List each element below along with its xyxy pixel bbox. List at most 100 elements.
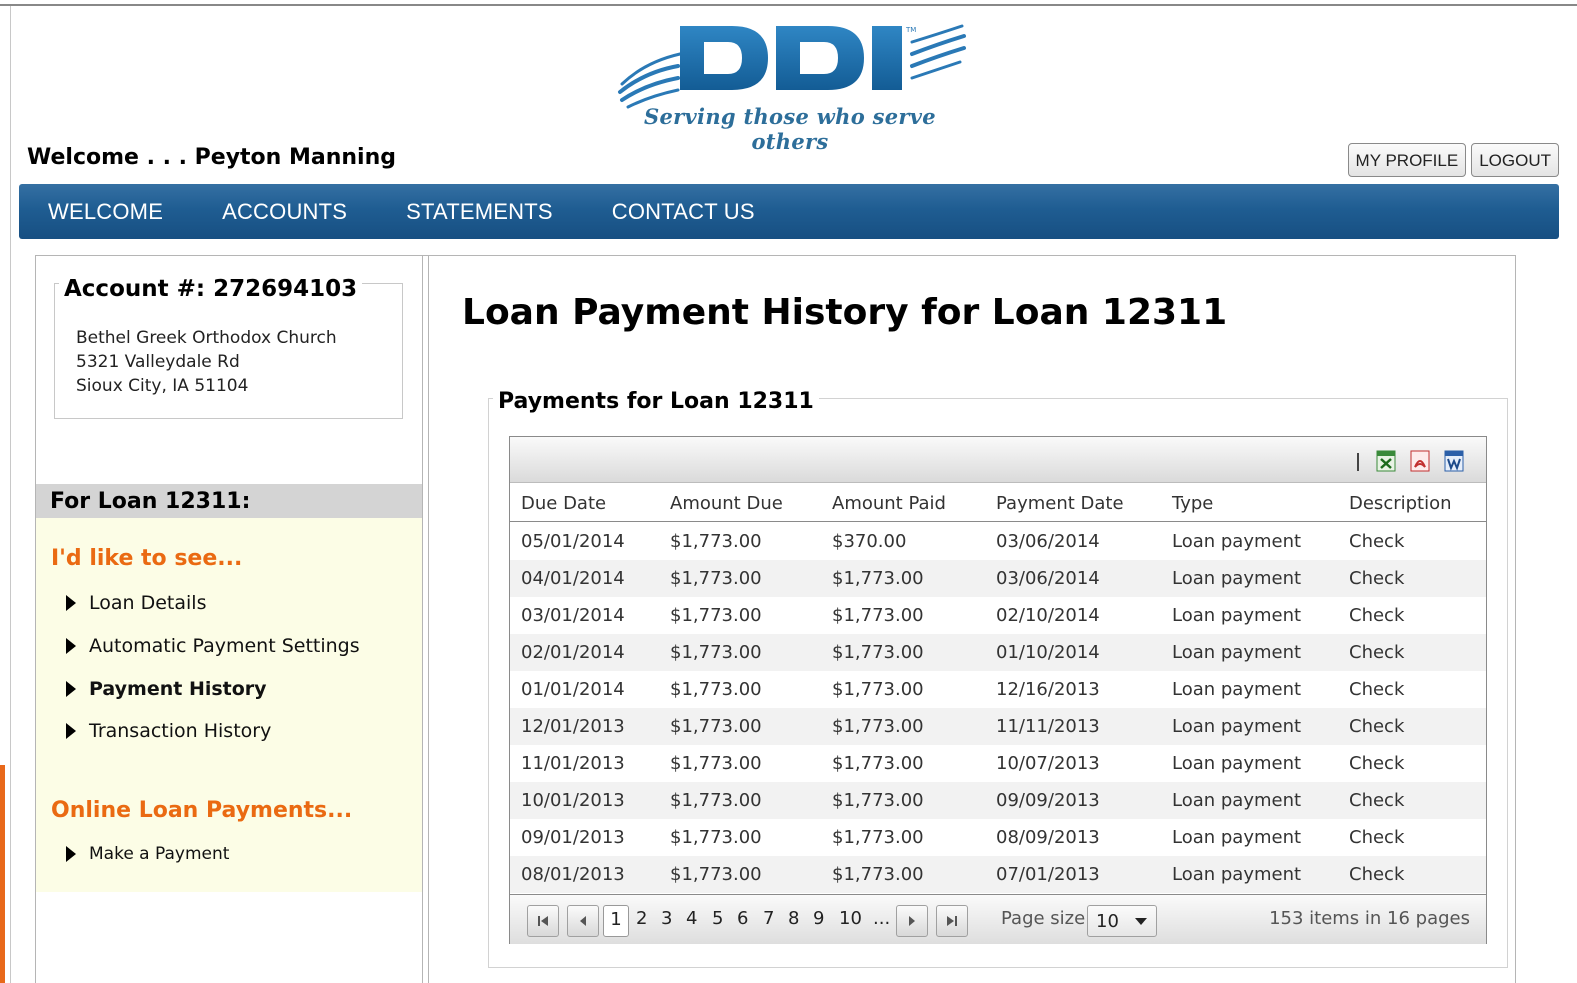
table-row[interactable]: 10/01/2013 $1,773.00 $1,773.00 09/09/201… xyxy=(510,782,1486,819)
table-row[interactable]: 08/01/2013 $1,773.00 $1,773.00 07/01/201… xyxy=(510,856,1486,893)
first-page-button[interactable] xyxy=(527,905,559,937)
more-pages-link[interactable]: ... xyxy=(873,908,890,929)
page-size-label: Page size: xyxy=(1001,908,1092,929)
column-header-description[interactable]: Description xyxy=(1349,493,1452,514)
chevron-down-icon xyxy=(1135,918,1147,925)
previous-page-button[interactable] xyxy=(567,905,599,937)
next-page-button[interactable] xyxy=(896,905,928,937)
cell-type: Loan payment xyxy=(1172,716,1302,737)
page-9-link[interactable]: 9 xyxy=(813,908,824,929)
table-row[interactable]: 12/01/2013 $1,773.00 $1,773.00 11/11/201… xyxy=(510,708,1486,745)
column-header-payment-date[interactable]: Payment Date xyxy=(996,493,1124,514)
for-loan-header: For Loan 12311: xyxy=(36,484,422,518)
sidebar-item-label: Payment History xyxy=(89,678,267,700)
table-row[interactable]: 02/01/2014 $1,773.00 $1,773.00 01/10/201… xyxy=(510,634,1486,671)
nav-accounts[interactable]: ACCOUNTS xyxy=(222,199,347,225)
nav-statements[interactable]: STATEMENTS xyxy=(406,199,553,225)
cell-type: Loan payment xyxy=(1172,568,1302,589)
table-row[interactable]: 04/01/2014 $1,773.00 $1,773.00 03/06/201… xyxy=(510,560,1486,597)
nav-welcome[interactable]: WELCOME xyxy=(48,199,163,225)
cell-due-date: 02/01/2014 xyxy=(521,642,625,663)
last-page-button[interactable] xyxy=(936,905,968,937)
cell-type: Loan payment xyxy=(1172,790,1302,811)
previous-page-icon xyxy=(580,916,586,926)
cell-amount-paid: $1,773.00 xyxy=(832,753,924,774)
cell-amount-paid: $1,773.00 xyxy=(832,827,924,848)
cell-type: Loan payment xyxy=(1172,679,1302,700)
export-word-icon[interactable] xyxy=(1442,449,1466,473)
sidebar-item-label: Make a Payment xyxy=(89,844,230,864)
cell-description: Check xyxy=(1349,679,1405,700)
cell-amount-paid: $1,773.00 xyxy=(832,716,924,737)
sidebar-item-transaction-history[interactable]: Transaction History xyxy=(66,720,271,742)
page-4-link[interactable]: 4 xyxy=(686,908,697,929)
sidebar-item-loan-details[interactable]: Loan Details xyxy=(66,592,206,614)
table-row[interactable]: 09/01/2013 $1,773.00 $1,773.00 08/09/201… xyxy=(510,819,1486,856)
cell-description: Check xyxy=(1349,716,1405,737)
cell-description: Check xyxy=(1349,568,1405,589)
grid-header-row: Due Date Amount Due Amount Paid Payment … xyxy=(510,484,1486,522)
sidebar-item-label: Transaction History xyxy=(89,720,272,742)
page-5-link[interactable]: 5 xyxy=(712,908,723,929)
cell-payment-date: 03/06/2014 xyxy=(996,531,1100,552)
cell-payment-date: 01/10/2014 xyxy=(996,642,1100,663)
page-3-link[interactable]: 3 xyxy=(661,908,672,929)
page-size-select[interactable]: 10 xyxy=(1087,905,1157,937)
account-address: Bethel Greek Orthodox Church 5321 Valley… xyxy=(76,326,337,398)
sidebar-item-automatic-payment-settings[interactable]: Automatic Payment Settings xyxy=(66,635,360,657)
cell-description: Check xyxy=(1349,531,1405,552)
payments-grid: Due Date Amount Due Amount Paid Payment … xyxy=(509,436,1487,944)
cell-amount-due: $1,773.00 xyxy=(670,568,762,589)
brand-tagline: Serving those who serve others xyxy=(644,104,936,154)
table-row[interactable]: 11/01/2013 $1,773.00 $1,773.00 10/07/201… xyxy=(510,745,1486,782)
cell-amount-paid: $1,773.00 xyxy=(832,790,924,811)
table-row[interactable]: 05/01/2014 $1,773.00 $370.00 03/06/2014 … xyxy=(510,523,1486,560)
column-header-type[interactable]: Type xyxy=(1172,493,1213,514)
arrow-right-icon xyxy=(66,595,76,611)
cell-amount-due: $1,773.00 xyxy=(670,679,762,700)
nav-contact-us[interactable]: CONTACT US xyxy=(612,199,755,225)
welcome-message: Welcome . . . Peyton Manning xyxy=(27,145,397,170)
page-2-link[interactable]: 2 xyxy=(636,908,647,929)
cell-amount-due: $1,773.00 xyxy=(670,790,762,811)
cell-due-date: 03/01/2014 xyxy=(521,605,625,626)
cell-description: Check xyxy=(1349,827,1405,848)
column-header-amount-due[interactable]: Amount Due xyxy=(670,493,783,514)
arrow-right-icon xyxy=(66,846,76,862)
arrow-right-icon xyxy=(66,681,76,697)
grid-toolbar xyxy=(510,437,1486,483)
cell-description: Check xyxy=(1349,605,1405,626)
export-pdf-icon[interactable] xyxy=(1408,449,1432,473)
sidebar-item-make-payment[interactable]: Make a Payment xyxy=(66,844,229,864)
grid-body: 05/01/2014 $1,773.00 $370.00 03/06/2014 … xyxy=(510,523,1486,893)
accent-strip xyxy=(0,765,5,983)
cell-amount-paid: $1,773.00 xyxy=(832,864,924,885)
cell-amount-due: $1,773.00 xyxy=(670,753,762,774)
my-profile-button[interactable]: MY PROFILE xyxy=(1347,143,1467,177)
export-excel-icon[interactable] xyxy=(1374,449,1398,473)
column-header-due-date[interactable]: Due Date xyxy=(521,493,606,514)
page-7-link[interactable]: 7 xyxy=(763,908,774,929)
page-10-link[interactable]: 10 xyxy=(839,908,862,929)
cell-type: Loan payment xyxy=(1172,605,1302,626)
cell-amount-paid: $1,773.00 xyxy=(832,568,924,589)
cell-payment-date: 07/01/2013 xyxy=(996,864,1100,885)
pager-info: 153 items in 16 pages xyxy=(1269,908,1470,929)
column-header-amount-paid[interactable]: Amount Paid xyxy=(832,493,946,514)
cell-payment-date: 09/09/2013 xyxy=(996,790,1100,811)
table-row[interactable]: 01/01/2014 $1,773.00 $1,773.00 12/16/201… xyxy=(510,671,1486,708)
cell-amount-paid: $370.00 xyxy=(832,531,907,552)
logout-button[interactable]: LOGOUT xyxy=(1471,143,1559,177)
arrow-right-icon xyxy=(66,638,76,654)
cell-type: Loan payment xyxy=(1172,531,1302,552)
see-heading: I'd like to see... xyxy=(51,546,243,571)
toolbar-separator xyxy=(1357,453,1359,471)
table-row[interactable]: 03/01/2014 $1,773.00 $1,773.00 02/10/201… xyxy=(510,597,1486,634)
cell-payment-date: 10/07/2013 xyxy=(996,753,1100,774)
cell-payment-date: 12/16/2013 xyxy=(996,679,1100,700)
cell-amount-paid: $1,773.00 xyxy=(832,679,924,700)
page-1-current[interactable]: 1 xyxy=(603,905,629,937)
page-8-link[interactable]: 8 xyxy=(788,908,799,929)
sidebar-item-payment-history[interactable]: Payment History xyxy=(66,678,267,700)
page-6-link[interactable]: 6 xyxy=(737,908,748,929)
